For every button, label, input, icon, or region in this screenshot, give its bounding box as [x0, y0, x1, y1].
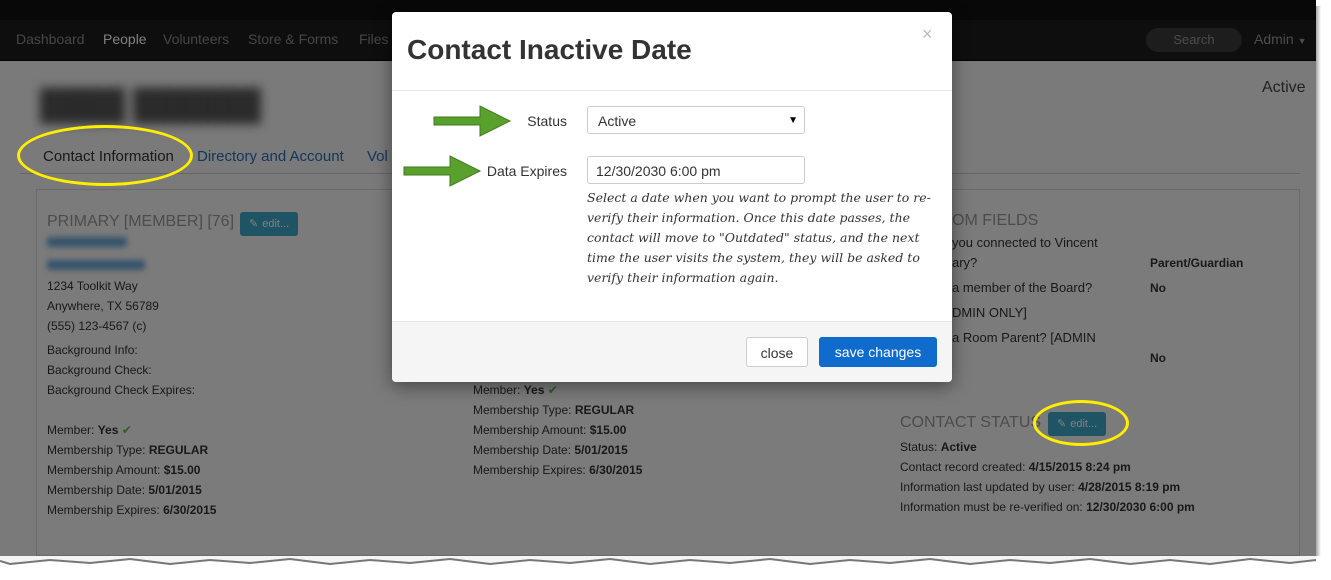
data-expires-input[interactable]: 12/30/2030 6:00 pm	[587, 156, 805, 184]
arrow-right-icon	[403, 155, 482, 187]
arrow-right-icon	[433, 105, 512, 137]
modal-footer: close save changes	[392, 321, 952, 382]
frame-shadow	[1316, 6, 1321, 556]
app-window: Dashboard People Volunteers Store & Form…	[0, 0, 1316, 560]
status-select-value: Active	[598, 113, 637, 129]
caret-down-icon: ▼	[788, 115, 798, 126]
torn-edge	[0, 556, 1317, 566]
status-select[interactable]: Active ▼	[587, 106, 805, 134]
highlight-edit-button	[1033, 400, 1129, 446]
modal-title: Contact Inactive Date	[407, 34, 692, 65]
highlight-contact-tab	[17, 125, 193, 186]
modal-header-divider	[392, 90, 952, 91]
close-icon[interactable]: ×	[922, 24, 933, 45]
help-text: Select a date when you want to prompt th…	[587, 190, 931, 285]
contact-inactive-date-modal: Contact Inactive Date × Status Active ▼ …	[392, 12, 952, 382]
close-button[interactable]: close	[746, 337, 808, 367]
save-changes-button[interactable]: save changes	[819, 337, 937, 367]
